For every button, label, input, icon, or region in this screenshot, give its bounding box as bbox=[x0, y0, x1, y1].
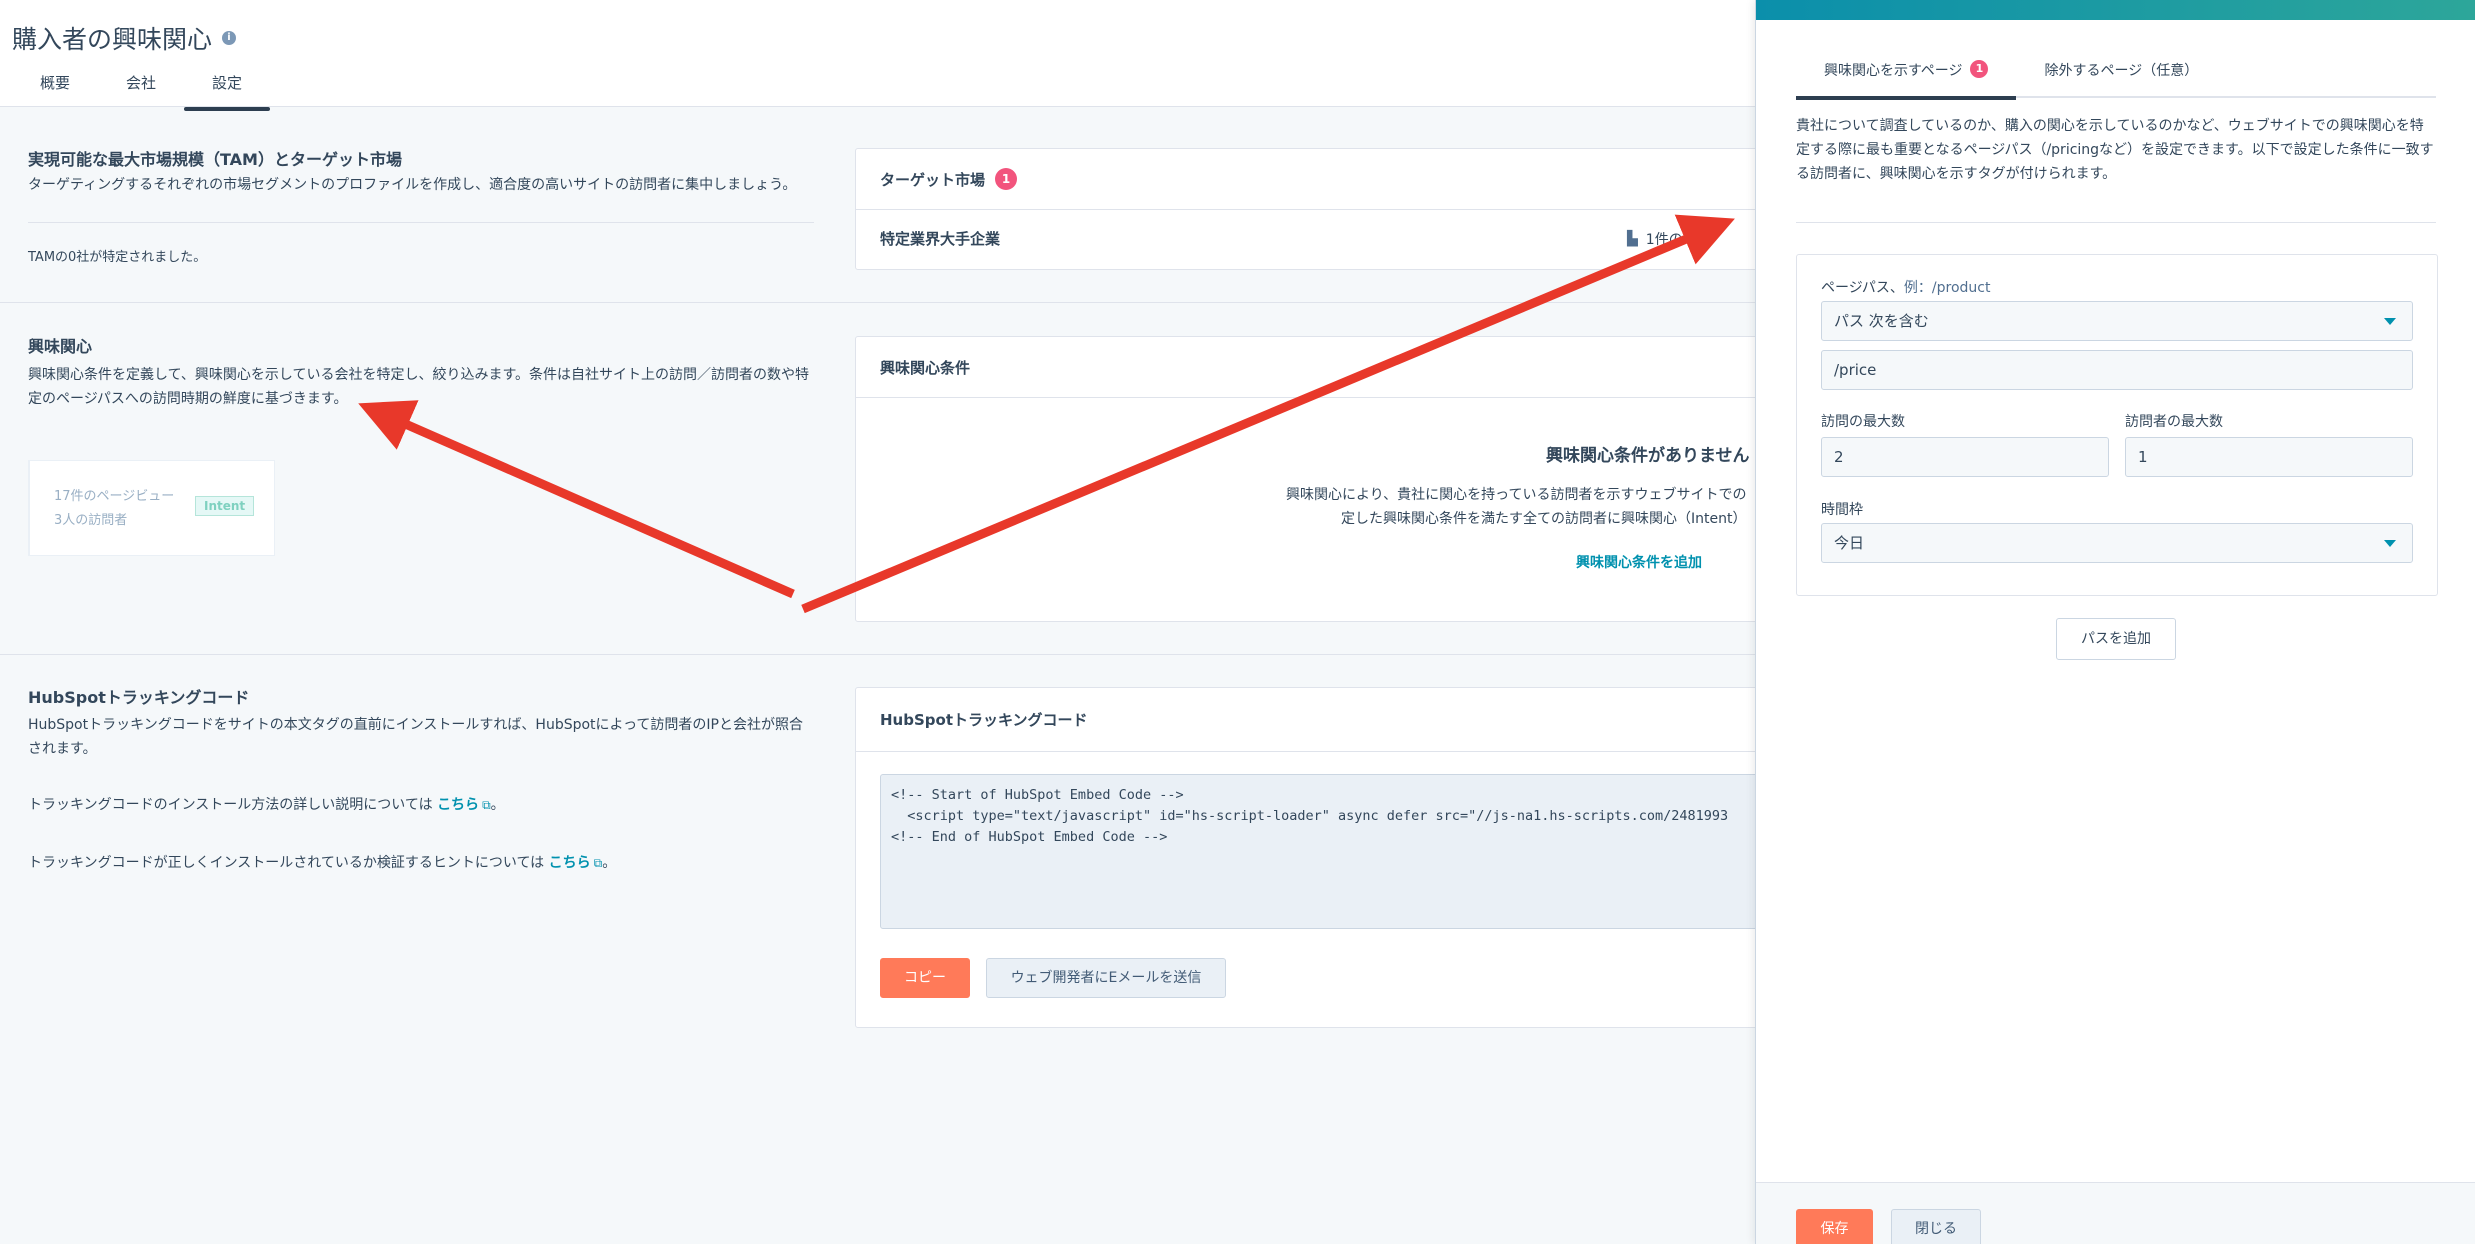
timeframe-label: 時間枠 bbox=[1821, 502, 1863, 518]
path-input[interactable]: /price bbox=[1821, 350, 2413, 390]
section-divider-1 bbox=[0, 302, 1755, 303]
intent-criteria-card: 興味関心条件 興味関心条件がありません 興味関心により、貴社に関心を持っている訪… bbox=[855, 336, 1775, 622]
verify-help-link[interactable]: こちら bbox=[549, 855, 591, 871]
tracking-description-line1: HubSpotトラッキングコードをサイトの本文タグの直前にインストールすれば、H… bbox=[28, 717, 803, 733]
copy-button[interactable]: コピー bbox=[880, 958, 970, 998]
tab-intent-pages-label: 興味関心を示すページ bbox=[1824, 63, 1963, 79]
target-market-row-count: ▙ 1件の bbox=[1627, 229, 1683, 249]
tracking-install-help: トラッキングコードのインストール方法の詳しい説明については こちら ⧉。 bbox=[28, 793, 505, 817]
max-visits-input[interactable]: 2 bbox=[1821, 437, 2109, 477]
chevron-down-icon bbox=[2384, 540, 2396, 547]
page-path-label-text: ページパス、 bbox=[1821, 280, 1904, 296]
code-line: <!-- End of HubSpot Embed Code --> bbox=[891, 829, 1168, 845]
panel-description-line1: 貴社について調査しているのか、購入の関心を示しているのかなど、ウェブサイトでの興… bbox=[1796, 118, 2424, 134]
empty-state-line1: 興味関心により、貴社に関心を持っている訪問者を示すウェブサイトでの bbox=[1286, 487, 1747, 503]
intent-description-line1: 興味関心条件を定義して、興味関心を示している会社を特定し、絞り込みます。条件は自… bbox=[28, 367, 810, 383]
email-developer-button[interactable]: ウェブ開発者にEメールを送信 bbox=[986, 958, 1226, 998]
save-button[interactable]: 保存 bbox=[1796, 1209, 1873, 1244]
page-title: 購入者の興味関心 i bbox=[12, 20, 237, 56]
path-input-value: /price bbox=[1834, 361, 1877, 379]
section-divider-2 bbox=[0, 654, 1755, 655]
add-path-button[interactable]: パスを追加 bbox=[2056, 618, 2176, 660]
external-link-icon: ⧉ bbox=[593, 856, 603, 870]
tab-excluded-pages[interactable]: 除外するページ（任意） bbox=[2016, 56, 2226, 96]
tracking-code-title: HubSpotトラッキングコード bbox=[880, 711, 1088, 729]
external-link-icon: ⧉ bbox=[482, 798, 491, 812]
path-match-select[interactable]: パス 次を含む bbox=[1821, 301, 2413, 341]
tab-overview[interactable]: 概要 bbox=[12, 60, 98, 108]
tab-companies[interactable]: 会社 bbox=[98, 60, 184, 108]
panel-description: 貴社について調査しているのか、購入の関心を示しているのかなど、ウェブサイトでの興… bbox=[1796, 114, 2446, 186]
tab-settings[interactable]: 設定 bbox=[184, 60, 271, 111]
target-market-title: ターゲット市場 bbox=[880, 170, 986, 189]
intent-description-line2: 定のページパスへの訪問時期の鮮度に基づきます。 bbox=[28, 391, 348, 407]
tracking-description-line2: されます。 bbox=[28, 741, 97, 757]
path-match-select-value: パス 次を含む bbox=[1834, 312, 1929, 330]
install-help-link[interactable]: こちら bbox=[437, 797, 479, 813]
tab-intent-pages-badge: 1 bbox=[1970, 60, 1989, 78]
install-period: 。 bbox=[490, 797, 505, 813]
target-market-card-header: ターゲット市場 1 bbox=[856, 149, 1774, 210]
code-line: <script type="text/javascript" id="hs-sc… bbox=[891, 808, 1729, 824]
max-visits-value: 2 bbox=[1834, 448, 1844, 466]
intent-criteria-title: 興味関心条件 bbox=[880, 358, 971, 377]
max-visitors-value: 1 bbox=[2138, 448, 2148, 466]
panel-tabs: 興味関心を示すページ 1 除外するページ（任意） bbox=[1796, 56, 2436, 100]
tracking-install-text: トラッキングコードのインストール方法の詳しい説明については bbox=[28, 797, 433, 813]
max-visitors-input[interactable]: 1 bbox=[2125, 437, 2413, 477]
info-icon[interactable]: i bbox=[222, 31, 237, 45]
tracking-verify-help: トラッキングコードが正しくインストールされているか検証するヒントについては こち… bbox=[28, 851, 616, 875]
path-rule-form: ページパス、例：/product パス 次を含む /price 訪問の最大数 2… bbox=[1796, 254, 2438, 596]
page-title-text: 購入者の興味関心 bbox=[12, 25, 213, 54]
tam-section-title: 実現可能な最大市場規模（TAM）とターゲット市場 bbox=[28, 150, 402, 169]
max-visitors-label: 訪問者の最大数 bbox=[2125, 414, 2223, 430]
tracking-section-title: HubSpotトラッキングコード bbox=[28, 688, 250, 707]
tam-divider bbox=[28, 222, 814, 223]
empty-state-text: 興味関心により、貴社に関心を持っている訪問者を示すウェブサイトでの 定した興味関… bbox=[1286, 483, 1746, 531]
intent-preview-visitors: 3人の訪問者 bbox=[54, 513, 128, 528]
page-path-example: 例：/product bbox=[1903, 280, 1991, 296]
panel-separator bbox=[1796, 222, 2436, 223]
tab-intent-pages[interactable]: 興味関心を示すページ 1 bbox=[1796, 56, 2017, 100]
verify-period: 。 bbox=[602, 855, 617, 871]
target-market-row-count-text: 1件の bbox=[1645, 232, 1683, 248]
panel-top-bar bbox=[1756, 0, 2475, 20]
tam-section-description: ターゲティングするそれぞれの市場セグメントのプロファイルを作成し、適合度の高いサ… bbox=[28, 177, 797, 193]
intent-preview-card: 17件のページビュー 3人の訪問者 Intent bbox=[28, 460, 275, 556]
building-icon: ▙ bbox=[1627, 231, 1638, 247]
target-market-card: ターゲット市場 1 特定業界大手企業 ▙ 1件の bbox=[855, 148, 1775, 270]
page-path-label: ページパス、例：/product bbox=[1821, 277, 1990, 297]
intent-tag: Intent bbox=[195, 496, 255, 516]
close-button[interactable]: 閉じる bbox=[1891, 1209, 1981, 1244]
intent-pages-panel: 興味関心を示すページ 1 除外するページ（任意） 貴社について調査しているのか、… bbox=[1755, 0, 2475, 1244]
empty-state-line2: 定した興味関心条件を満たす全ての訪問者に興味関心（Intent） bbox=[1341, 511, 1747, 527]
annotation-arrow-left bbox=[358, 400, 795, 599]
panel-description-line2: 定する際に最も重要となるページパス（/pricingなど）を設定できます。以下で… bbox=[1796, 142, 2434, 158]
tab-excluded-pages-label: 除外するページ（任意） bbox=[2044, 63, 2199, 79]
tracking-code-card-header: HubSpotトラッキングコード bbox=[856, 688, 1774, 752]
code-line: <!-- Start of HubSpot Embed Code --> bbox=[891, 787, 1184, 803]
target-market-badge: 1 bbox=[995, 168, 1018, 190]
tracking-code-box[interactable]: <!-- Start of HubSpot Embed Code --> <sc… bbox=[880, 774, 1774, 929]
chevron-down-icon bbox=[2384, 318, 2396, 325]
timeframe-select[interactable]: 今日 bbox=[1821, 523, 2413, 563]
timeframe-select-value: 今日 bbox=[1834, 534, 1865, 552]
panel-description-line3: る訪問者に、興味関心を示すタグが付けられます。 bbox=[1796, 166, 2117, 182]
target-market-row-label: 特定業界大手企業 bbox=[880, 230, 1001, 248]
intent-criteria-empty-state: 興味関心条件がありません 興味関心により、貴社に関心を持っている訪問者を示すウェ… bbox=[856, 398, 1774, 621]
tam-identified-text: TAMの0社が特定されました。 bbox=[28, 250, 207, 265]
header-tabs: 概要 会社 設定 bbox=[12, 60, 271, 111]
tracking-code-card: HubSpotトラッキングコード <!-- Start of HubSpot E… bbox=[855, 687, 1775, 1028]
intent-section-title: 興味関心 bbox=[28, 337, 93, 356]
empty-state-title: 興味関心条件がありません bbox=[1546, 446, 1750, 466]
intent-preview-pageviews: 17件のページビュー bbox=[54, 489, 175, 504]
max-visits-label: 訪問の最大数 bbox=[1821, 414, 1905, 430]
panel-footer: 保存 閉じる bbox=[1756, 1182, 2475, 1244]
tracking-verify-text: トラッキングコードが正しくインストールされているか検証するヒントについては bbox=[28, 855, 545, 871]
add-intent-criteria-link[interactable]: 興味関心条件を追加 bbox=[1576, 552, 1702, 572]
intent-criteria-card-header: 興味関心条件 bbox=[856, 337, 1774, 398]
